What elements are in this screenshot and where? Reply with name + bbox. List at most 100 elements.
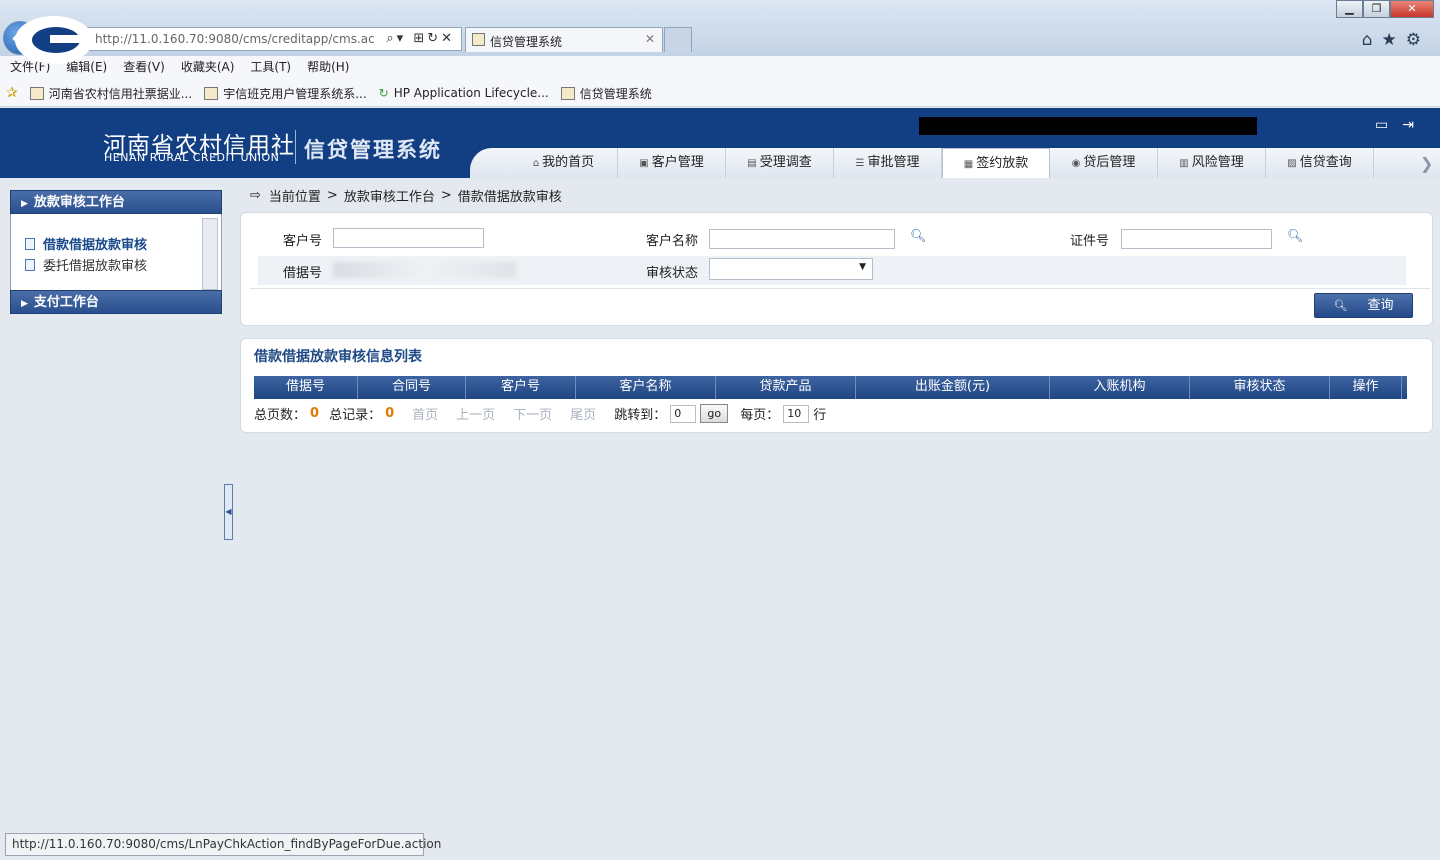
customer-no-label: 客户号 — [283, 234, 323, 249]
review-status-label: 审核状态 — [646, 266, 699, 281]
main-nav: ⌂ 我的首页 ▣ 客户管理 ▤ 受理调查 ☰ 审批管理 ▦ 签约放款 ◉ 贷后管理 ▥ 风险管理 ▨ 信贷查询 — [510, 148, 1374, 178]
tab-active[interactable]: 信贷管理系统 ✕ — [465, 27, 663, 52]
menu-bar: 文件(F) 编辑(E) 查看(V) 收藏夹(A) 工具(T) 帮助(H) — [0, 56, 1440, 80]
dropdown-arrow-icon: ▼ — [859, 262, 866, 272]
first-page-link[interactable]: 首页 — [412, 404, 438, 423]
receipt-no-label: 借据号 — [283, 266, 323, 281]
column-header[interactable]: 操作 — [1330, 376, 1402, 399]
address-url[interactable]: http://11.0.160.70:9080/cms/creditapp/cm… — [95, 32, 375, 46]
system-name: 信贷管理系统 — [304, 138, 442, 162]
jump-page-input[interactable]: 0 — [670, 404, 697, 423]
id-no-input[interactable] — [1121, 229, 1272, 249]
sidebar-item-loan-receipt-review[interactable]: 借款借据放款审核 — [25, 234, 147, 253]
brand-name-en: HENAN RURAL CREDIT UNION — [104, 151, 280, 164]
brand-divider — [295, 130, 296, 164]
document-icon — [25, 237, 35, 250]
sidebar-body: 借款借据放款审核 委托借据放款审核 — [10, 214, 222, 290]
next-page-link[interactable]: 下一页 — [513, 404, 552, 423]
page-icon — [29, 86, 44, 100]
customer-name-label: 客户名称 — [646, 234, 699, 249]
redacted-user-info — [919, 117, 1257, 135]
per-page-input[interactable]: 10 — [783, 404, 810, 423]
column-header[interactable]: 合同号 — [358, 376, 466, 399]
column-header[interactable]: 入账机构 — [1050, 376, 1190, 399]
prev-page-link[interactable]: 上一页 — [456, 404, 495, 423]
customer-search-icon[interactable]: 🔍︎ — [910, 229, 927, 244]
triangle-right-icon: ▶ — [21, 199, 28, 209]
location-icon: ⇨ — [250, 188, 261, 203]
total-pages: 0 — [310, 406, 320, 421]
favorites-bar: ✰ 河南省农村信用社票据业... 宇信班克用户管理系统系... ↻ HP Appl… — [0, 80, 1440, 107]
customer-name-input[interactable] — [709, 229, 895, 249]
id-search-icon[interactable]: 🔍︎ — [1287, 229, 1304, 244]
nav-icon: ▤ — [747, 158, 757, 169]
tab-close-icon[interactable]: ✕ — [645, 32, 655, 46]
breadcrumb-level1[interactable]: 放款审核工作台 — [344, 186, 435, 205]
brand-logo-part — [50, 35, 90, 43]
favorite-item[interactable]: 河南省农村信用社票据业... — [29, 85, 192, 102]
search-icon: 🔍︎ — [1333, 299, 1348, 312]
sidebar-item-entrusted-receipt-review[interactable]: 委托借据放款审核 — [25, 255, 147, 274]
nav-item-3[interactable]: ☰ 审批管理 — [834, 148, 942, 178]
page-icon — [472, 33, 485, 46]
last-page-link[interactable]: 尾页 — [570, 404, 596, 423]
breadcrumb: ⇨ 当前位置 > 放款审核工作台 > 借款借据放款审核 — [250, 186, 562, 205]
id-no-label: 证件号 — [1070, 234, 1110, 249]
column-header[interactable]: 贷款产品 — [716, 376, 856, 399]
nav-icon: ▨ — [1287, 158, 1297, 169]
favorites-star-icon[interactable]: ✰ — [6, 85, 18, 101]
sidebar-section-payment[interactable]: ▶ 支付工作台 — [10, 290, 222, 314]
menu-favorites[interactable]: 收藏夹(A) — [181, 56, 235, 80]
sidebar-section-loan-review[interactable]: ▶ 放款审核工作台 — [10, 190, 222, 214]
chevron-right-icon[interactable]: ❯ — [1420, 154, 1433, 173]
review-status-select[interactable]: ▼ — [709, 258, 873, 280]
nav-item-2[interactable]: ▤ 受理调查 — [726, 148, 834, 178]
nav-item-4[interactable]: ▦ 签约放款 — [942, 148, 1050, 178]
minimize-button[interactable]: ▁ — [1336, 0, 1363, 18]
sidebar-collapse-handle[interactable]: ◀ — [224, 484, 233, 540]
total-records: 0 — [385, 406, 395, 421]
address-actions-icon[interactable]: ⌕▾ ⊞↻✕ — [386, 31, 455, 46]
favorite-item[interactable]: ↻ HP Application Lifecycle... — [379, 86, 549, 100]
screen-logout-icons[interactable]: ▭⇥ — [1375, 117, 1428, 133]
new-tab-button[interactable] — [664, 27, 692, 52]
sidebar: ▶ 放款审核工作台 借款借据放款审核 委托借据放款审核 ▶ 支付工作台 — [10, 190, 222, 314]
query-button[interactable]: 🔍︎ 查询 — [1314, 293, 1413, 318]
list-title: 借款借据放款审核信息列表 — [254, 349, 422, 365]
menu-view[interactable]: 查看(V) — [123, 56, 165, 80]
close-window-button[interactable]: ✕ — [1390, 0, 1434, 18]
column-header[interactable]: 借据号 — [254, 376, 358, 399]
nav-item-7[interactable]: ▨ 信贷查询 — [1266, 148, 1374, 178]
menu-tools[interactable]: 工具(T) — [250, 56, 291, 80]
breadcrumb-level2: 借款借据放款审核 — [457, 190, 562, 205]
document-icon — [25, 258, 35, 271]
nav-item-0[interactable]: ⌂ 我的首页 — [510, 148, 618, 178]
nav-icon: ▥ — [1179, 158, 1189, 169]
column-header[interactable]: 客户名称 — [576, 376, 716, 399]
column-header[interactable]: 客户号 — [466, 376, 576, 399]
home-favorites-tools-icons[interactable]: ⌂★⚙ — [1362, 30, 1430, 50]
receipt-no-redacted[interactable] — [333, 262, 517, 278]
status-bar-url: http://11.0.160.70:9080/cms/LnPayChkActi… — [5, 833, 441, 856]
nav-item-5[interactable]: ◉ 贷后管理 — [1050, 148, 1158, 178]
nav-item-1[interactable]: ▣ 客户管理 — [618, 148, 726, 178]
nav-icon: ☰ — [855, 158, 865, 169]
window-controls: ▁ ❐ ✕ — [1336, 0, 1434, 18]
sidebar-scrollbar[interactable] — [202, 218, 218, 290]
go-button[interactable]: go — [700, 404, 729, 423]
address-bar[interactable]: http://11.0.160.70:9080/cms/creditapp/cm… — [72, 27, 462, 51]
restore-button[interactable]: ❐ — [1363, 0, 1390, 18]
favorite-item[interactable]: 宇信班克用户管理系统系... — [204, 85, 367, 102]
browser-titlebar: ← → http://11.0.160.70:9080/cms/creditap… — [0, 0, 1440, 56]
tab-title: 信贷管理系统 — [490, 35, 563, 49]
customer-no-input[interactable] — [333, 228, 484, 248]
nav-item-6[interactable]: ▥ 风险管理 — [1158, 148, 1266, 178]
divider — [250, 288, 1430, 289]
column-header[interactable]: 出账金额(元) — [856, 376, 1050, 399]
favorite-item[interactable]: 信贷管理系统 — [560, 85, 652, 102]
menu-help[interactable]: 帮助(H) — [307, 56, 349, 80]
nav-icon: ▦ — [963, 159, 974, 170]
nav-icon: ▣ — [639, 158, 649, 169]
refresh-icon: ↻ — [378, 86, 389, 100]
column-header[interactable]: 审核状态 — [1190, 376, 1330, 399]
